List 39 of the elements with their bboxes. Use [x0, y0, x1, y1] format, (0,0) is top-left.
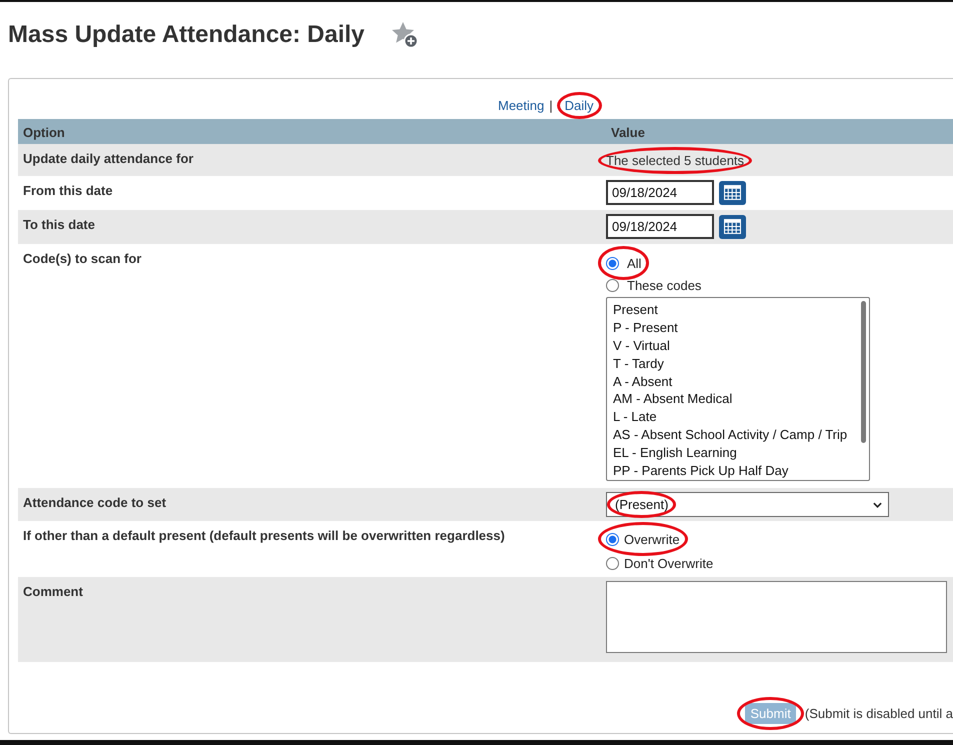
submit-note: (Submit is disabled until a — [804, 706, 953, 721]
code-listbox[interactable]: Present P - Present V - Virtual T - Tardy A - Absent AM - Absent Medical L - Late AS - Absent School Activity / Camp / Trip EL - English Learning PP - Parents Pick Up Half Day — [606, 297, 870, 481]
calendar-button[interactable] — [719, 180, 746, 204]
comment-field[interactable] — [606, 581, 947, 653]
option-label: Code(s) to scan for — [22, 250, 142, 268]
list-option[interactable]: P - Present — [613, 318, 863, 337]
column-header: Value — [610, 124, 646, 140]
option-label: Attendance code to set — [22, 494, 168, 512]
list-option[interactable]: AM - Absent Medical — [613, 390, 863, 408]
radio-option[interactable]: Overwrite — [606, 528, 680, 550]
list-option[interactable]: V - Virtual — [613, 336, 863, 355]
value-text: The selected 5 students — [606, 153, 744, 168]
list-option[interactable]: EL - English Learning — [613, 444, 863, 462]
list-option[interactable]: Present — [613, 301, 863, 319]
calendar-button[interactable] — [719, 214, 746, 238]
radio-option[interactable]: All — [606, 252, 642, 274]
option-label: If other than a default present (default presents will be overwritten regardless) — [22, 527, 506, 545]
list-option[interactable]: T - Tardy — [613, 354, 863, 373]
option-label: From this date — [22, 182, 114, 200]
date-field[interactable]: 09/18/2024 — [606, 214, 714, 239]
list-option[interactable]: A - Absent — [613, 372, 863, 390]
list-option[interactable]: AS - Absent School Activity / Camp / Trip — [613, 426, 863, 444]
scrollbar-thumb[interactable] — [861, 301, 866, 443]
chevron-down-icon — [873, 502, 882, 508]
list-option[interactable]: PP - Parents Pick Up Half Day — [613, 462, 863, 480]
radio-option[interactable]: Don't Overwrite — [606, 552, 714, 574]
page-title: Mass Update Attendance: Daily — [8, 21, 365, 49]
option-label: Comment — [22, 583, 84, 601]
option-label: To this date — [22, 216, 96, 234]
favorite-add-icon[interactable] — [390, 21, 419, 49]
date-field[interactable]: 09/18/2024 — [606, 180, 714, 205]
link-separator: | — [549, 98, 553, 113]
radio-option[interactable]: These codes — [606, 274, 702, 296]
list-option[interactable]: L - Late — [613, 408, 863, 426]
mode-link[interactable]: Daily — [564, 98, 594, 113]
option-label: Update daily attendance for — [22, 150, 194, 168]
column-header: Option — [22, 124, 66, 140]
dropdown[interactable]: (Present) — [606, 492, 889, 517]
mode-link[interactable]: Meeting — [498, 98, 544, 113]
